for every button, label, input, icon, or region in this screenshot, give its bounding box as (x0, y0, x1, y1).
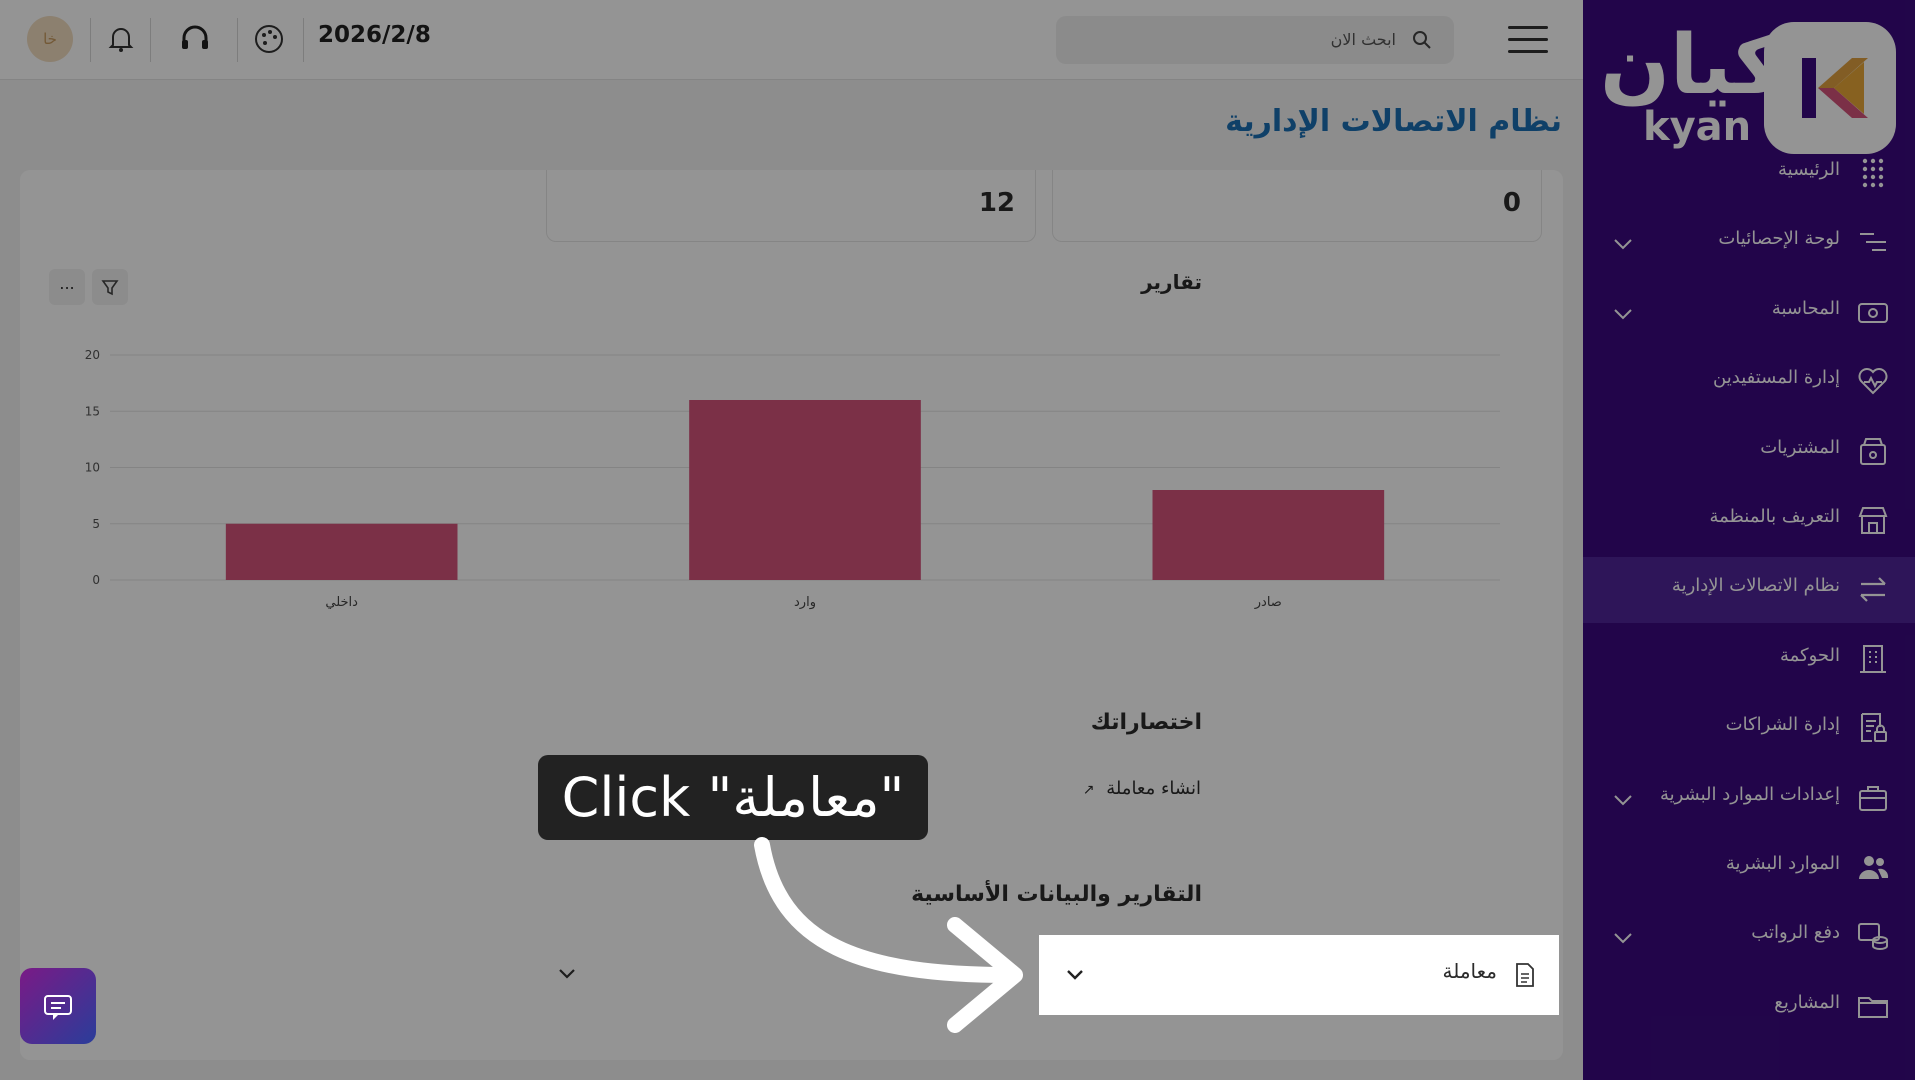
x-tick-label: صادر (1254, 595, 1282, 610)
sidebar-item-label: إعدادات الموارد البشرية (1659, 783, 1840, 805)
sliders-icon (1860, 233, 1886, 252)
money-icon (1858, 302, 1888, 323)
pointer-arrow-icon (754, 837, 1023, 1033)
chevron-down-icon[interactable] (1063, 963, 1087, 987)
stat-card: 0 (1052, 170, 1542, 242)
sidebar-item-label: لوحة الإحصائيات (1718, 228, 1840, 250)
chevron-down-icon[interactable] (1611, 788, 1635, 812)
divider (150, 18, 151, 62)
x-tick-label: وارد (794, 595, 816, 610)
logo-arabic: كيان (1600, 18, 1782, 113)
x-tick-label: داخلي (325, 595, 358, 610)
reports-bar-chart: 0 5 10 15 20 صادر وارد داخلي (85, 348, 1500, 610)
stat-value: 0 (1502, 188, 1521, 218)
sidebar-item[interactable]: المحاسبة (1583, 280, 1915, 346)
search-placeholder: ابحث الان (1330, 30, 1396, 49)
sidebar-item[interactable]: الرئيسية (1583, 141, 1915, 207)
sidebar-item-label: نظام الاتصالات الإدارية (1671, 575, 1840, 597)
y-tick-label: 0 (92, 573, 100, 587)
grid-dots-icon (1862, 158, 1884, 188)
more-options-button[interactable]: ... (49, 269, 85, 305)
sidebar-item[interactable]: إدارة المستفيدين (1583, 349, 1915, 415)
bell-icon[interactable] (104, 22, 138, 56)
sidebar-item[interactable]: المشتريات (1583, 419, 1915, 485)
store-icon (1858, 507, 1888, 534)
chevron-down-icon[interactable] (1611, 302, 1635, 326)
sidebar-item-label: الموارد البشرية (1725, 853, 1840, 874)
filter-icon (101, 280, 119, 296)
document-lock-icon (1861, 713, 1887, 743)
sidebar-item-label: التعريف بالمنظمة (1709, 506, 1840, 527)
sidebar-item[interactable]: إعدادات الموارد البشرية (1583, 766, 1915, 832)
chevron-down-icon[interactable] (1611, 926, 1635, 950)
bar[interactable] (1152, 490, 1385, 580)
shortcut-link[interactable]: انشاء معاملة ↗ (1083, 778, 1201, 799)
chat-button[interactable] (20, 968, 96, 1044)
divider (303, 18, 304, 62)
top-bar: ابحث الان 2026/2/8 خا (0, 0, 1583, 80)
y-tick-label: 15 (85, 404, 100, 418)
sidebar-item-label: إدارة الشراكات (1725, 714, 1840, 736)
logo-icon (1764, 22, 1896, 154)
y-tick-label: 5 (92, 517, 100, 531)
bar[interactable] (689, 400, 921, 580)
search-input[interactable]: ابحث الان (1056, 16, 1454, 64)
sidebar-item-label: إدارة المستفيدين (1713, 367, 1840, 389)
sidebar-item[interactable]: الموارد البشرية (1583, 835, 1915, 901)
transaction-dropdown[interactable]: معاملة (1039, 935, 1559, 1015)
y-tick-label: 10 (85, 461, 100, 475)
coins-icon (1858, 923, 1888, 951)
chat-icon (44, 995, 72, 1020)
heart-pulse-icon (1858, 368, 1888, 395)
sidebar-item-label: المحاسبة (1771, 297, 1840, 319)
menu-toggle-icon[interactable] (1508, 26, 1548, 54)
sidebar-item[interactable]: نظام الاتصالات الإدارية (1583, 557, 1915, 624)
y-tick-label: 20 (85, 348, 100, 362)
users-icon (1859, 856, 1889, 879)
briefcase-icon (1859, 785, 1887, 811)
sidebar-item-label: المشاريع (1774, 991, 1840, 1013)
box-icon (1860, 437, 1886, 465)
sidebar-item[interactable]: المشاريع (1583, 974, 1915, 1040)
divider (90, 18, 91, 62)
divider (237, 18, 238, 62)
stat-value: 12 (978, 188, 1015, 218)
reports-title: تقارير (1141, 270, 1202, 294)
headset-icon[interactable] (178, 22, 212, 56)
chevron-down-icon[interactable] (555, 962, 579, 986)
palette-icon[interactable] (252, 22, 286, 56)
sidebar-item[interactable]: الحوكمة (1583, 627, 1915, 693)
search-icon (1413, 31, 1431, 49)
instruction-tooltip: Click "معاملة" (538, 755, 928, 840)
document-icon (1516, 963, 1534, 987)
sidebar-item-label: الحوكمة (1779, 644, 1840, 666)
sidebar-item[interactable]: لوحة الإحصائيات (1583, 210, 1915, 276)
sidebar-item-label: المشتريات (1760, 436, 1840, 458)
sidebar-item-label: الرئيسية (1778, 159, 1840, 180)
shortcut-label: انشاء معاملة (1106, 778, 1201, 799)
arrows-exchange-icon (1860, 577, 1886, 603)
current-date: 2026/2/8 (318, 22, 431, 48)
folder-icon (1858, 996, 1888, 1018)
page-title: نظام الاتصالات الإدارية (1225, 104, 1562, 139)
filter-button[interactable] (92, 269, 128, 305)
avatar[interactable]: خا (27, 16, 73, 62)
arrow-up-left-icon: ↗ (1082, 782, 1095, 798)
stat-card: 12 (546, 170, 1036, 242)
sidebar-item[interactable]: إدارة الشراكات (1583, 696, 1915, 762)
dropdown-label: معاملة (1442, 959, 1497, 983)
chevron-down-icon[interactable] (1611, 232, 1635, 256)
sidebar-item[interactable]: التعريف بالمنظمة (1583, 488, 1915, 554)
shortcuts-title: اختصاراتك (1090, 710, 1202, 735)
bar[interactable] (225, 523, 458, 580)
building-icon (1860, 644, 1886, 673)
sidebar-item[interactable]: دفع الرواتب (1583, 904, 1915, 970)
sidebar-item-label: دفع الرواتب (1751, 922, 1840, 944)
